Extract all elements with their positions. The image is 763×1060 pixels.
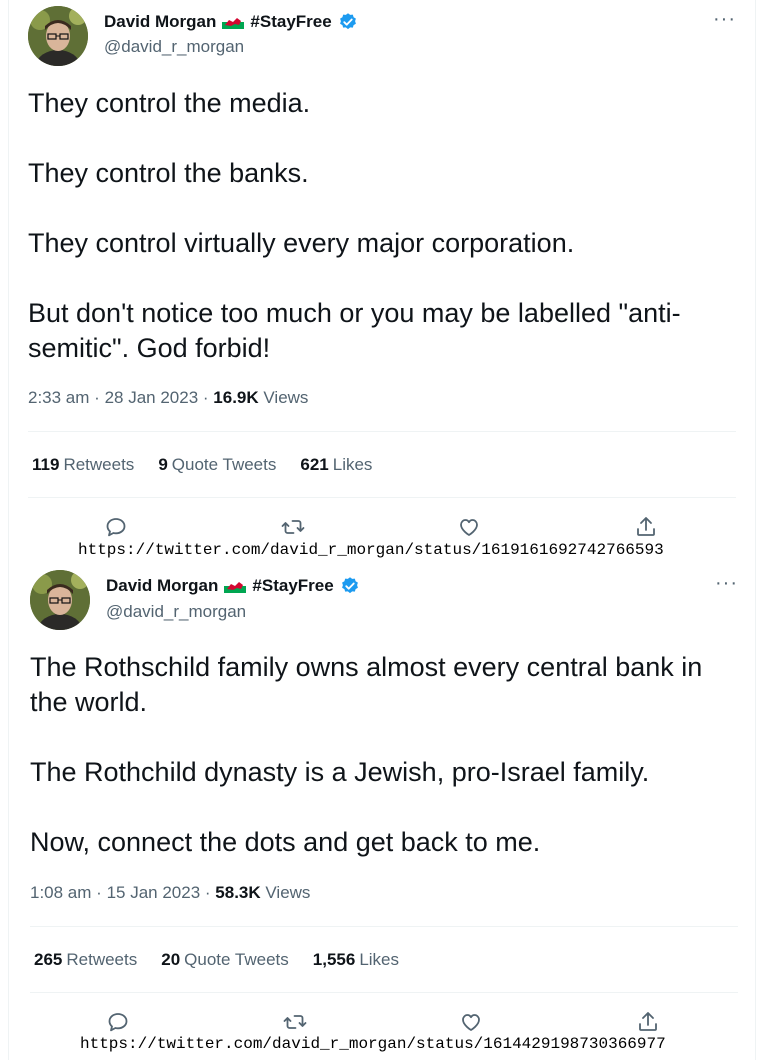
tweet-card[interactable]: David Morgan #StayFree @david_r_morgan ·… <box>0 0 763 560</box>
quote-tweets-stat[interactable]: 9 Quote Tweets <box>158 455 276 475</box>
tweet-text: They control the media. They control the… <box>28 86 728 366</box>
tweet-time[interactable]: 1:08 am <box>30 883 91 902</box>
likes-label: Likes <box>332 455 373 474</box>
retweet-icon[interactable] <box>283 1010 307 1034</box>
views-count: 16.9K <box>213 388 259 407</box>
tweet-date[interactable]: 15 Jan 2023 <box>107 883 201 902</box>
divider <box>30 926 738 927</box>
author-name-row[interactable]: David Morgan #StayFree <box>104 12 358 32</box>
avatar[interactable] <box>28 6 88 66</box>
tweet-paragraph: They control the banks. <box>28 158 309 188</box>
share-icon[interactable] <box>634 515 658 539</box>
heart-icon[interactable] <box>457 515 481 539</box>
author-name[interactable]: David Morgan <box>106 576 218 596</box>
quote-tweets-label: Quote Tweets <box>184 950 289 969</box>
likes-stat[interactable]: 621 Likes <box>300 455 372 475</box>
retweets-label: Retweets <box>66 950 138 969</box>
engagement-stats: 119 Retweets 9 Quote Tweets 621 Likes <box>32 455 372 475</box>
author-name[interactable]: David Morgan <box>104 12 216 32</box>
verified-badge-icon <box>340 576 360 596</box>
retweet-icon[interactable] <box>281 515 305 539</box>
divider <box>30 992 738 993</box>
author-hashtag: #StayFree <box>252 576 334 595</box>
likes-label: Likes <box>359 950 399 969</box>
avatar[interactable] <box>30 570 90 630</box>
views-label: Views <box>265 883 311 902</box>
tweet-paragraph: But don't notice too much or you may be … <box>28 298 681 363</box>
likes-stat[interactable]: 1,556 Likes <box>313 950 399 970</box>
tweet-timestamp-row: 2:33 am · 28 Jan 2023 · 16.9K Views <box>28 388 309 407</box>
likes-count: 621 <box>300 455 329 474</box>
tweet-paragraph: They control virtually every major corpo… <box>28 228 575 258</box>
author-handle[interactable]: @david_r_morgan <box>104 37 244 57</box>
retweets-count: 265 <box>34 950 63 969</box>
card-border-left <box>8 560 9 1060</box>
tweet-paragraph: The Rothschild family owns almost every … <box>30 652 703 717</box>
more-icon[interactable]: ··· <box>715 572 738 595</box>
more-icon[interactable]: ··· <box>713 8 736 31</box>
share-icon[interactable] <box>636 1010 660 1034</box>
wales-flag-icon <box>224 579 247 593</box>
card-border-right <box>755 560 756 1060</box>
divider <box>28 497 736 498</box>
verified-badge-icon <box>338 12 358 32</box>
card-border-left <box>8 0 9 560</box>
heart-icon[interactable] <box>459 1010 483 1034</box>
views-count: 58.3K <box>215 883 261 902</box>
quote-tweets-stat[interactable]: 20 Quote Tweets <box>161 950 289 970</box>
retweets-count: 119 <box>32 455 60 474</box>
tweet-text: The Rothschild family owns almost every … <box>30 650 745 860</box>
tweet-date[interactable]: 28 Jan 2023 <box>105 388 199 407</box>
quote-tweets-count: 20 <box>161 950 181 969</box>
quote-tweets-count: 9 <box>158 455 168 474</box>
quote-tweets-label: Quote Tweets <box>171 455 277 474</box>
engagement-stats: 265 Retweets 20 Quote Tweets 1,556 Likes <box>34 950 399 970</box>
reply-icon[interactable] <box>106 1010 130 1034</box>
tweet-time[interactable]: 2:33 am <box>28 388 89 407</box>
retweets-label: Retweets <box>63 455 135 474</box>
card-border-right <box>755 0 756 560</box>
author-handle[interactable]: @david_r_morgan <box>106 602 246 622</box>
author-hashtag: #StayFree <box>250 12 332 31</box>
wales-flag-icon <box>222 15 245 29</box>
tweet-card[interactable]: David Morgan #StayFree @david_r_morgan ·… <box>0 560 763 1060</box>
tweet-url: https://twitter.com/david_r_morgan/statu… <box>80 1035 666 1053</box>
author-name-row[interactable]: David Morgan #StayFree <box>106 576 360 596</box>
tweet-paragraph: Now, connect the dots and get back to me… <box>30 827 541 857</box>
likes-count: 1,556 <box>312 950 356 969</box>
retweets-stat[interactable]: 119 Retweets <box>32 455 134 475</box>
retweets-stat[interactable]: 265 Retweets <box>34 950 137 970</box>
reply-icon[interactable] <box>104 515 128 539</box>
views-label: Views <box>263 388 309 407</box>
tweet-paragraph: They control the media. <box>28 88 311 118</box>
tweet-timestamp-row: 1:08 am · 15 Jan 2023 · 58.3K Views <box>30 883 311 902</box>
divider <box>28 431 736 432</box>
tweet-paragraph: The Rothchild dynasty is a Jewish, pro-I… <box>30 757 650 787</box>
tweet-url: https://twitter.com/david_r_morgan/statu… <box>78 541 664 559</box>
